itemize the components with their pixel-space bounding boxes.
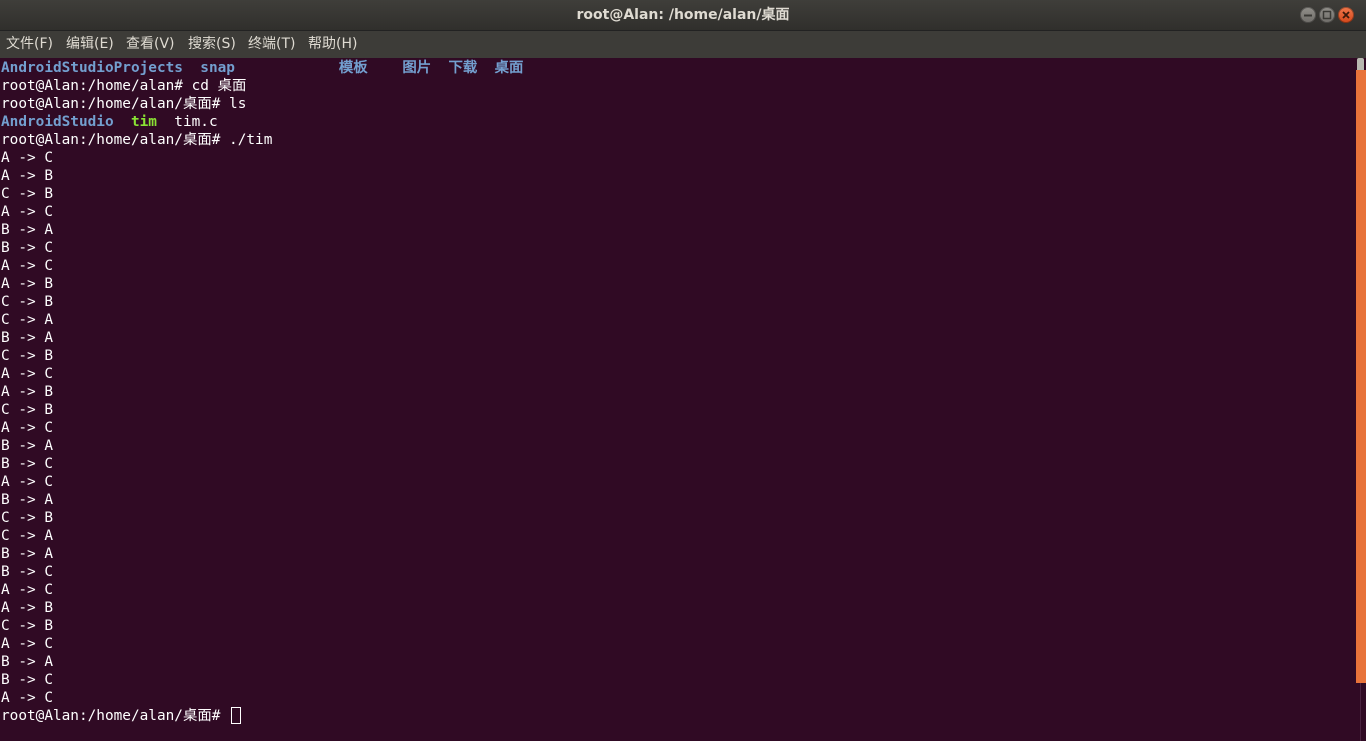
output-line: A -> C — [1, 636, 53, 652]
command-line: root@Alan:/home/alan/桌面# ./tim — [1, 132, 273, 148]
output-line: B -> A — [1, 330, 53, 346]
dir-entry: 图片 — [402, 60, 432, 76]
dir-entry: snap — [200, 60, 235, 76]
output-line: B -> C — [1, 672, 53, 688]
output-line: C -> B — [1, 402, 53, 418]
output-line: B -> C — [1, 240, 53, 256]
prompt-text: root@Alan:/home/alan/桌面# — [1, 708, 230, 724]
dir-entry: AndroidStudio — [1, 114, 114, 130]
menu-terminal[interactable]: 终端(T) — [248, 31, 295, 58]
output-line: B -> A — [1, 492, 53, 508]
output-line: B -> C — [1, 564, 53, 580]
output-line: A -> C — [1, 420, 53, 436]
scroll-position-indicator — [1356, 70, 1366, 683]
output-line: A -> C — [1, 474, 53, 490]
command-line: root@Alan:/home/alan/桌面# ls — [1, 96, 247, 112]
executable-entry: tim — [130, 114, 157, 130]
menu-edit[interactable]: 编辑(E) — [66, 31, 114, 58]
ls-home-output: AndroidStudioProjects snap 模板 图片 下载 桌面 — [1, 59, 523, 77]
close-button[interactable] — [1338, 7, 1354, 23]
file-entry: tim.c — [174, 114, 218, 130]
close-icon — [1342, 11, 1350, 19]
output-line: A -> C — [1, 258, 53, 274]
output-line: A -> B — [1, 168, 53, 184]
window-title: root@Alan: /home/alan/桌面 — [576, 7, 790, 23]
output-line: A -> C — [1, 690, 53, 706]
minimize-button[interactable] — [1300, 7, 1316, 23]
terminal-output[interactable]: AndroidStudioProjects snap 模板 图片 下载 桌面 r… — [0, 58, 1355, 741]
minimize-icon — [1304, 14, 1312, 17]
output-line: C -> B — [1, 618, 53, 634]
output-line: C -> B — [1, 186, 53, 202]
output-line: A -> C — [1, 582, 53, 598]
menu-file[interactable]: 文件(F) — [6, 31, 53, 58]
output-line: A -> C — [1, 204, 53, 220]
title-bar[interactable]: root@Alan: /home/alan/桌面 — [0, 0, 1366, 31]
menu-view[interactable]: 查看(V) — [126, 31, 175, 58]
output-line: A -> B — [1, 384, 53, 400]
output-line: A -> B — [1, 600, 53, 616]
maximize-icon — [1322, 10, 1332, 20]
output-line: B -> A — [1, 222, 53, 238]
output-line: C -> A — [1, 528, 53, 544]
ls-desktop-output: AndroidStudio tim tim.c — [1, 113, 218, 131]
output-line: C -> B — [1, 294, 53, 310]
output-line: B -> A — [1, 438, 53, 454]
command-line: root@Alan:/home/alan# cd 桌面 — [1, 78, 247, 94]
output-line: A -> C — [1, 150, 53, 166]
text-cursor — [231, 706, 242, 724]
dir-entry: AndroidStudioProjects — [1, 60, 183, 76]
dir-entry: 模板 — [338, 60, 368, 76]
menu-bar: 文件(F) 编辑(E) 查看(V) 搜索(S) 终端(T) 帮助(H) — [0, 31, 1366, 58]
output-line: A -> B — [1, 276, 53, 292]
window-controls — [1300, 7, 1354, 23]
dir-entry: 桌面 — [494, 60, 524, 76]
output-line: A -> C — [1, 366, 53, 382]
output-line: C -> B — [1, 348, 53, 364]
menu-help[interactable]: 帮助(H) — [308, 31, 357, 58]
dir-entry: 下载 — [448, 60, 478, 76]
output-line: C -> B — [1, 510, 53, 526]
prompt-line[interactable]: root@Alan:/home/alan/桌面# — [1, 706, 242, 725]
maximize-button[interactable] — [1319, 7, 1335, 23]
output-line: B -> C — [1, 456, 53, 472]
output-line: B -> A — [1, 546, 53, 562]
output-line: B -> A — [1, 654, 53, 670]
menu-search[interactable]: 搜索(S) — [188, 31, 236, 58]
output-line: C -> A — [1, 312, 53, 328]
